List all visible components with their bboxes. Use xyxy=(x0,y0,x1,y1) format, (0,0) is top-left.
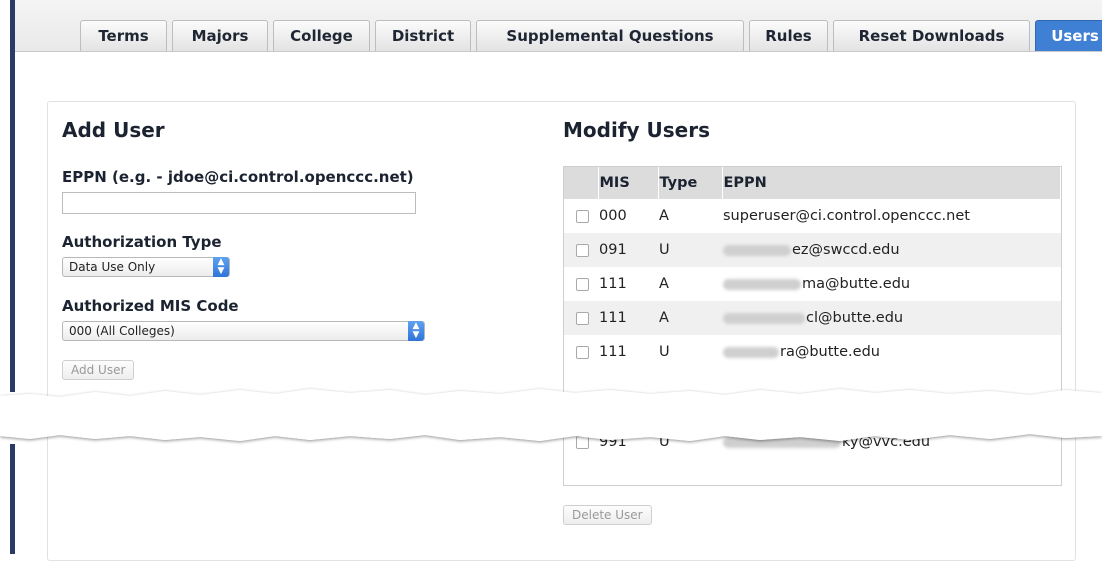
tab-reset-downloads[interactable]: Reset Downloads xyxy=(833,20,1030,51)
tab-terms[interactable]: Terms xyxy=(80,20,167,51)
tab-college[interactable]: College xyxy=(273,20,370,51)
row-checkbox[interactable] xyxy=(576,345,589,359)
row-eppn: ez@swccd.edu xyxy=(722,233,1061,267)
authorization-type-label: Authorization Type xyxy=(62,233,222,251)
authorized-mis-code-select[interactable]: 000 (All Colleges) ▲ ▼ xyxy=(62,321,425,341)
eppn-label: EPPN (e.g. - jdoe@ci.control.openccc.net… xyxy=(62,168,414,186)
table-row: 111 A cl@butte.edu xyxy=(564,301,1061,335)
row-mis: 111 xyxy=(598,301,658,335)
row-type: U xyxy=(659,344,670,360)
column-header-mis: MIS xyxy=(598,167,659,199)
row-eppn: ma@butte.edu xyxy=(722,267,1061,301)
row-eppn: cl@butte.edu xyxy=(722,301,1061,335)
row-mis: 111 xyxy=(599,276,627,292)
tab-strip: Terms Majors College District Supplement… xyxy=(15,0,1102,52)
row-mis: 091 xyxy=(598,233,658,267)
tab-users[interactable]: Users xyxy=(1035,20,1102,51)
authorization-type-value: Data Use Only xyxy=(69,260,156,274)
row-checkbox[interactable] xyxy=(576,243,589,257)
redacted-text xyxy=(723,278,801,290)
redacted-text xyxy=(723,244,791,256)
eppn-input[interactable] xyxy=(62,192,416,214)
row-type: A xyxy=(658,301,722,335)
table-row: 000 A superuser@ci.control.openccc.net xyxy=(564,199,1061,233)
table-row: 091 U ez@swccd.edu xyxy=(564,233,1061,267)
delete-user-button[interactable]: Delete User xyxy=(563,505,652,525)
modify-users-heading: Modify Users xyxy=(563,118,710,142)
redacted-text xyxy=(723,346,779,358)
tab-supplemental-questions[interactable]: Supplemental Questions xyxy=(476,20,744,51)
torn-page-break xyxy=(0,389,1102,441)
row-mis: 000 xyxy=(599,208,627,224)
table-row: 111 U ra@butte.edu xyxy=(564,335,1061,369)
row-eppn: ra@butte.edu xyxy=(722,335,1061,369)
row-type: A xyxy=(659,208,669,224)
row-checkbox[interactable] xyxy=(576,277,589,291)
row-type: A xyxy=(659,276,669,292)
row-checkbox[interactable] xyxy=(576,209,589,223)
row-checkbox[interactable] xyxy=(576,311,589,325)
row-mis: 111 xyxy=(599,344,627,360)
row-eppn: superuser@ci.control.openccc.net xyxy=(723,208,970,224)
table-header-row: MIS Type EPPN xyxy=(564,167,1061,199)
select-arrows-icon: ▲ ▼ xyxy=(408,321,424,341)
select-arrows-icon: ▲ ▼ xyxy=(213,257,229,277)
column-header-type: Type xyxy=(658,167,723,199)
tab-rules[interactable]: Rules xyxy=(749,20,828,51)
left-accent-bar xyxy=(10,444,15,554)
authorization-type-select[interactable]: Data Use Only ▲ ▼ xyxy=(62,257,230,277)
tab-district[interactable]: District xyxy=(375,20,471,51)
tab-majors[interactable]: Majors xyxy=(172,20,268,51)
add-user-heading: Add User xyxy=(62,118,165,142)
column-header-eppn: EPPN xyxy=(722,167,1061,199)
authorized-mis-code-value: 000 (All Colleges) xyxy=(69,324,175,338)
left-accent-bar xyxy=(10,0,15,392)
table-row: 111 A ma@butte.edu xyxy=(564,267,1061,301)
authorized-mis-code-label: Authorized MIS Code xyxy=(62,297,239,315)
redacted-text xyxy=(723,312,805,324)
row-type: U xyxy=(658,233,722,267)
select-column-header xyxy=(564,167,599,199)
add-user-button[interactable]: Add User xyxy=(62,360,135,380)
